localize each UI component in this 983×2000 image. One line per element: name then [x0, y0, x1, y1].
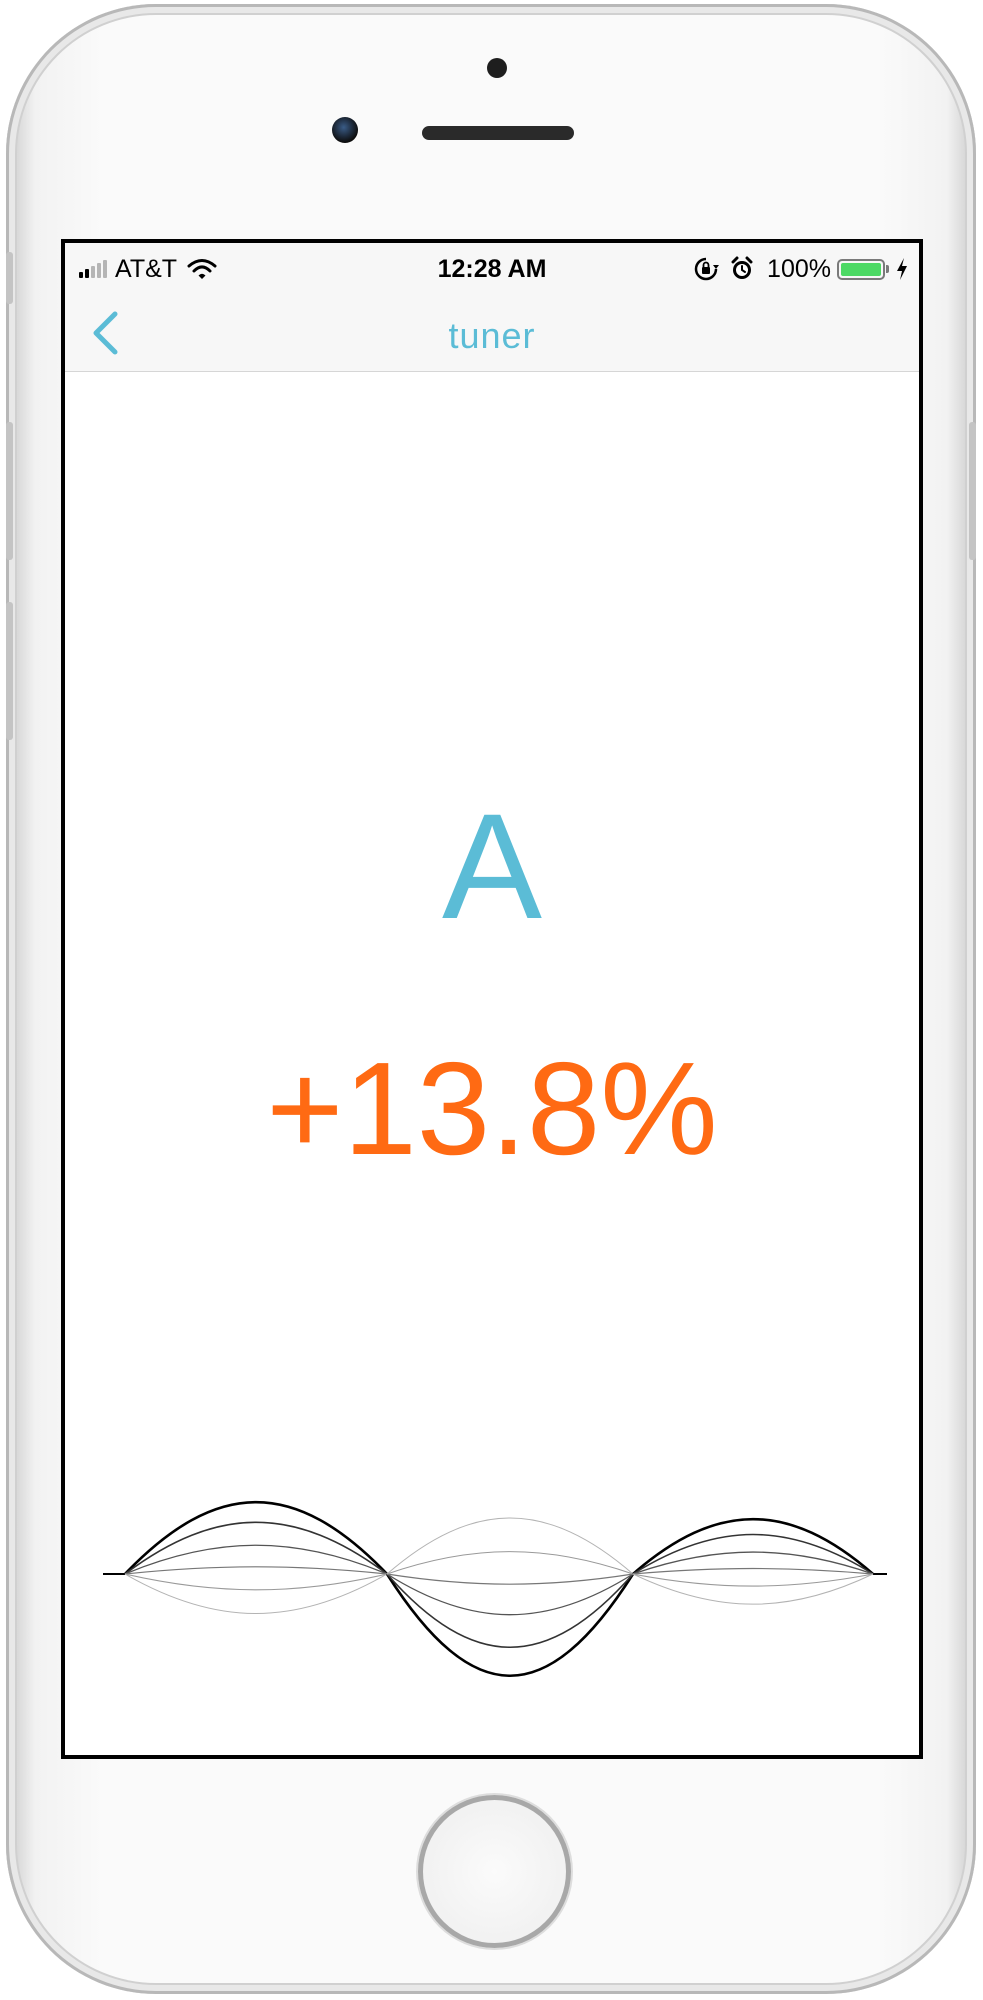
home-button[interactable]: [418, 1795, 571, 1948]
alarm-icon: [731, 256, 753, 279]
navigation-bar: tuner: [65, 295, 919, 372]
volume-down-button: [6, 602, 13, 740]
waveform-curve: [386, 1551, 634, 1575]
waveform-curve: [632, 1517, 874, 1575]
waveform-curve: [385, 1573, 635, 1678]
charging-bolt-icon: [897, 258, 907, 280]
battery-percent: 100%: [767, 254, 831, 283]
pitch-deviation: +13.8%: [266, 1035, 718, 1182]
device-mockup: AT&T 12:28 AM 100% tuner A +13.8%: [0, 0, 983, 2000]
waveform-curve: [124, 1501, 388, 1575]
waveform-curve: [632, 1573, 874, 1605]
power-button: [969, 422, 976, 560]
status-right: 100%: [693, 253, 909, 285]
waveform-curve: [386, 1573, 634, 1648]
waveform-curve: [124, 1566, 388, 1575]
note-name: A: [441, 782, 543, 950]
front-camera-icon: [332, 117, 358, 143]
waveform-curve: [124, 1544, 388, 1575]
proximity-sensor: [487, 58, 507, 78]
page-title: tuner: [448, 315, 536, 356]
waveform-curve: [124, 1573, 388, 1615]
waveform-curve: [386, 1517, 634, 1575]
waveform-visualization: [103, 1501, 887, 1678]
waveform-curve: [632, 1567, 874, 1575]
battery-icon: [837, 258, 885, 280]
mute-switch: [6, 252, 13, 304]
earpiece-speaker: [422, 126, 574, 140]
status-bar: AT&T 12:28 AM 100%: [65, 243, 919, 295]
battery-fill: [841, 262, 881, 276]
battery-tip: [886, 265, 889, 273]
waveform-curve: [632, 1573, 874, 1587]
device-screen: AT&T 12:28 AM 100% tuner A +13.8%: [61, 239, 923, 1759]
orientation-lock-icon: [694, 257, 720, 281]
volume-up-button: [6, 422, 13, 560]
waveform-curve: [386, 1573, 634, 1616]
waveform-curve: [386, 1573, 634, 1585]
waveform-curve: [124, 1573, 388, 1591]
